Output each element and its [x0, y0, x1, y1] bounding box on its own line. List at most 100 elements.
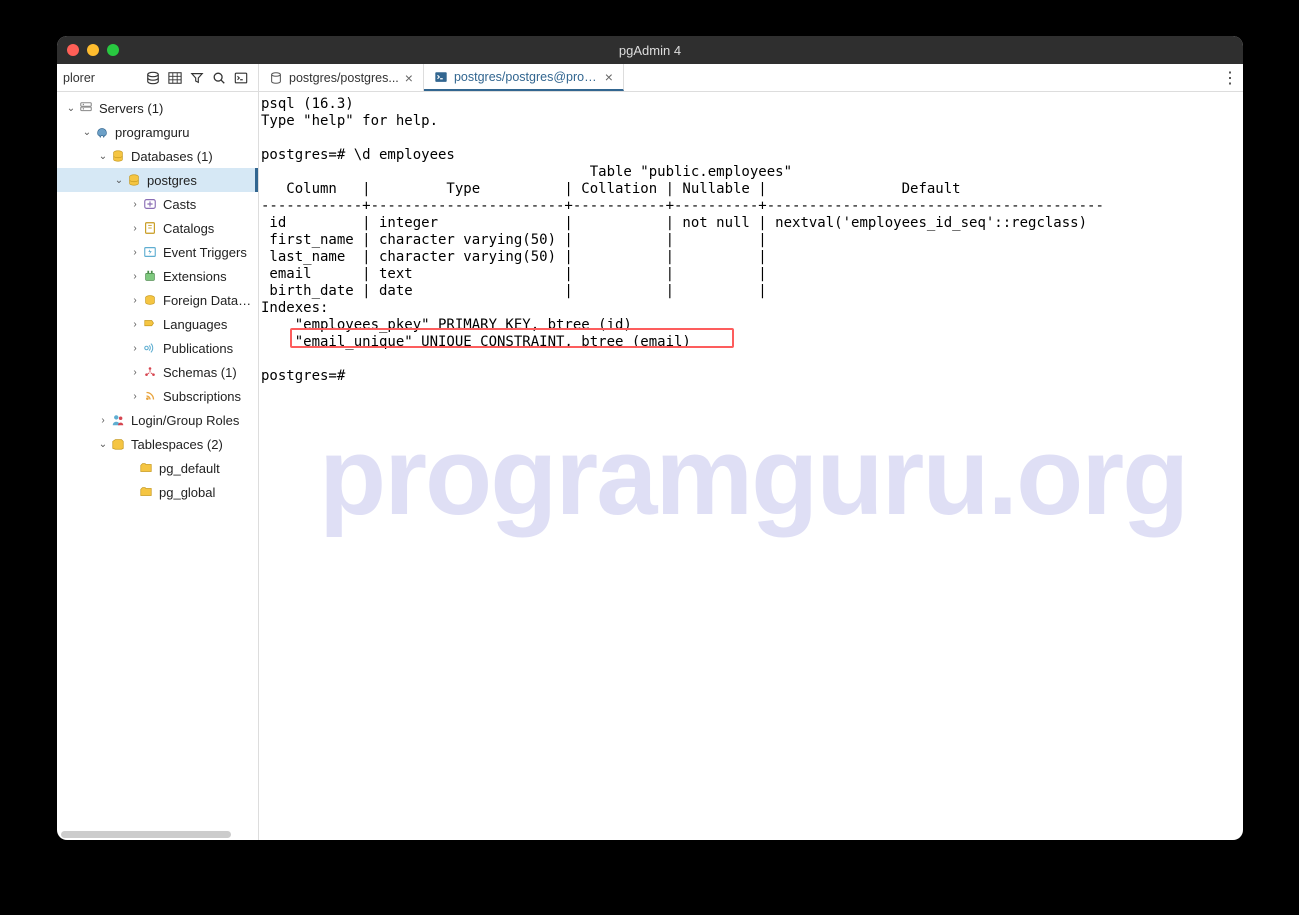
tree-node-schemas[interactable]: › Schemas (1) — [57, 360, 258, 384]
tree-label: Casts — [163, 197, 254, 212]
tree-node-server[interactable]: ⌄ programguru — [57, 120, 258, 144]
app-window: pgAdmin 4 plorer — [57, 36, 1243, 840]
caret-right-icon[interactable]: › — [129, 271, 141, 282]
object-tree: ⌄ Servers (1) ⌄ programguru ⌄ — [57, 92, 258, 508]
tree-label: programguru — [115, 125, 254, 140]
database-icon — [269, 71, 283, 85]
login-roles-icon — [109, 413, 127, 427]
database-icon — [125, 173, 143, 187]
caret-down-icon[interactable]: ⌄ — [97, 439, 109, 450]
kebab-menu-icon[interactable]: ⋮ — [1217, 64, 1243, 91]
tree-label: pg_default — [159, 461, 254, 476]
tree-label: Event Triggers — [163, 245, 254, 260]
sidebar-header-label: plorer — [63, 71, 136, 85]
sidebar: ⌄ Servers (1) ⌄ programguru ⌄ — [57, 92, 259, 840]
tab-label: postgres/postgres@programguru — [454, 70, 599, 84]
maximize-window-button[interactable] — [107, 44, 119, 56]
tree-label: Languages — [163, 317, 254, 332]
terminal-line: postgres=# \d employees — [261, 147, 455, 163]
sidebar-header: plorer — [57, 64, 259, 91]
tree-node-foreign-data[interactable]: › Foreign Data Wr — [57, 288, 258, 312]
terminal-line: ------------+-----------------------+---… — [261, 198, 1104, 214]
traffic-lights — [67, 44, 119, 56]
terminal-line: id | integer | | not null | nextval('emp… — [261, 215, 1087, 231]
terminal-line: psql (16.3) — [261, 96, 354, 112]
caret-down-icon[interactable]: ⌄ — [81, 127, 93, 138]
caret-right-icon[interactable]: › — [129, 223, 141, 234]
close-tab-icon[interactable]: × — [405, 71, 413, 85]
view-data-icon[interactable] — [164, 68, 186, 88]
caret-right-icon[interactable]: › — [129, 391, 141, 402]
tree-node-event-triggers[interactable]: › Event Triggers — [57, 240, 258, 264]
tree-label: Servers (1) — [99, 101, 254, 116]
caret-right-icon[interactable]: › — [129, 367, 141, 378]
schemas-icon — [141, 365, 159, 379]
terminal-line: Table "public.employees" — [261, 164, 792, 180]
tree-node-servers[interactable]: ⌄ Servers (1) — [57, 96, 258, 120]
tree-node-login-roles[interactable]: › Login/Group Roles — [57, 408, 258, 432]
terminal-icon — [434, 70, 448, 84]
terminal-line: Column | Type | Collation | Nullable | D… — [261, 181, 961, 197]
tree-label: Foreign Data Wr — [163, 293, 254, 308]
tree-node-extensions[interactable]: › Extensions — [57, 264, 258, 288]
filter-icon[interactable] — [186, 68, 208, 88]
tree-node-database-postgres[interactable]: ⌄ postgres — [57, 168, 258, 192]
terminal-line: birth_date | date | | | — [261, 283, 767, 299]
titlebar: pgAdmin 4 — [57, 36, 1243, 64]
tab-psql[interactable]: postgres/postgres@programguru × — [424, 64, 624, 91]
tree-label: Publications — [163, 341, 254, 356]
close-window-button[interactable] — [67, 44, 79, 56]
tree-node-pg-default[interactable]: › pg_default — [57, 456, 258, 480]
terminal-line: Type "help" for help. — [261, 113, 438, 129]
query-tool-icon[interactable] — [142, 68, 164, 88]
folder-icon — [137, 461, 155, 475]
horizontal-scrollbar[interactable] — [61, 831, 231, 838]
event-triggers-icon — [141, 245, 159, 259]
tree-node-subscriptions[interactable]: › Subscriptions — [57, 384, 258, 408]
languages-icon — [141, 317, 159, 331]
tree-node-languages[interactable]: › Languages — [57, 312, 258, 336]
extensions-icon — [141, 269, 159, 283]
caret-right-icon[interactable]: › — [129, 343, 141, 354]
caret-right-icon[interactable]: › — [97, 415, 109, 426]
tree-label: Tablespaces (2) — [131, 437, 254, 452]
foreign-data-icon — [141, 293, 159, 307]
caret-down-icon[interactable]: ⌄ — [65, 103, 77, 114]
casts-icon — [141, 197, 159, 211]
caret-down-icon[interactable]: ⌄ — [113, 175, 125, 186]
tree-node-casts[interactable]: › Casts — [57, 192, 258, 216]
tree-node-publications[interactable]: › Publications — [57, 336, 258, 360]
database-icon — [109, 149, 127, 163]
toolbar: plorer — [57, 64, 1243, 92]
caret-right-icon[interactable]: › — [129, 247, 141, 258]
tab-query[interactable]: postgres/postgres... × — [259, 64, 424, 91]
search-icon[interactable] — [208, 68, 230, 88]
sidebar-toolbar — [142, 68, 252, 88]
publications-icon — [141, 341, 159, 355]
tree-node-pg-global[interactable]: › pg_global — [57, 480, 258, 504]
watermark: programguru.org — [259, 413, 1243, 540]
tree-label: Extensions — [163, 269, 254, 284]
minimize-window-button[interactable] — [87, 44, 99, 56]
subscriptions-icon — [141, 389, 159, 403]
elephant-icon — [93, 125, 111, 139]
catalogs-icon — [141, 221, 159, 235]
close-tab-icon[interactable]: × — [605, 70, 613, 84]
terminal-line: last_name | character varying(50) | | | — [261, 249, 767, 265]
caret-down-icon[interactable]: ⌄ — [97, 151, 109, 162]
terminal-line: email | text | | | — [261, 266, 767, 282]
caret-right-icon[interactable]: › — [129, 319, 141, 330]
tree-node-databases[interactable]: ⌄ Databases (1) — [57, 144, 258, 168]
caret-right-icon[interactable]: › — [129, 295, 141, 306]
tree-label: pg_global — [159, 485, 254, 500]
tree-label: Databases (1) — [131, 149, 254, 164]
tab-label: postgres/postgres... — [289, 71, 399, 85]
psql-terminal-icon[interactable] — [230, 68, 252, 88]
tree-node-catalogs[interactable]: › Catalogs — [57, 216, 258, 240]
tree-label: postgres — [147, 173, 251, 188]
window-title: pgAdmin 4 — [57, 43, 1243, 58]
terminal-line: first_name | character varying(50) | | | — [261, 232, 767, 248]
caret-right-icon[interactable]: › — [129, 199, 141, 210]
tree-node-tablespaces[interactable]: ⌄ Tablespaces (2) — [57, 432, 258, 456]
content-area: psql (16.3) Type "help" for help. postgr… — [259, 92, 1243, 840]
